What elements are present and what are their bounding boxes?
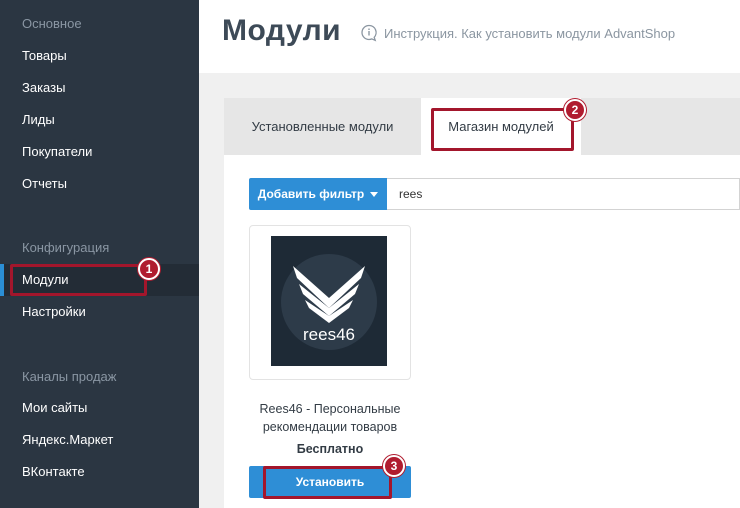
annotation-highlight-modules: [10, 264, 147, 296]
add-filter-label: Добавить фильтр: [257, 187, 365, 201]
annotation-marker-1: 1: [138, 258, 160, 280]
module-name[interactable]: Rees46 - Персональные рекомендации товар…: [240, 400, 420, 436]
sidebar-item-reports[interactable]: Отчеты: [0, 168, 199, 200]
sidebar-item-leads[interactable]: Лиды: [0, 104, 199, 136]
module-price: Бесплатно: [296, 442, 364, 456]
annotation-marker-3: 3: [383, 455, 405, 477]
tab-installed-modules[interactable]: Установленные модули: [224, 98, 421, 155]
rees46-logo-icon: rees46: [281, 254, 377, 350]
sidebar-section-main: Основное: [22, 16, 82, 31]
sidebar-item-orders[interactable]: Заказы: [0, 72, 199, 104]
sidebar-section-config: Конфигурация: [22, 240, 110, 255]
search-input[interactable]: [387, 178, 740, 210]
annotation-highlight-store-tab: [431, 108, 574, 151]
help-link-text[interactable]: Инструкция. Как установить модули Advant…: [384, 26, 675, 41]
sidebar: Основное Товары Заказы Лиды Покупатели О…: [0, 0, 199, 508]
sidebar-item-vkontakte[interactable]: ВКонтакте: [0, 456, 199, 488]
help-link[interactable]: Инструкция. Как установить модули Advant…: [360, 24, 675, 42]
caret-down-icon: [370, 191, 379, 197]
sidebar-item-yandex-market[interactable]: Яндекс.Маркет: [0, 424, 199, 456]
sidebar-item-my-sites[interactable]: Мои сайты: [0, 392, 199, 424]
add-filter-button[interactable]: Добавить фильтр: [249, 178, 387, 210]
annotation-marker-2: 2: [564, 99, 586, 121]
annotation-highlight-install: [263, 466, 392, 499]
sidebar-item-settings[interactable]: Настройки: [0, 296, 199, 328]
sidebar-section-sales-channels: Каналы продаж: [22, 369, 117, 384]
page-title: Модули: [222, 14, 342, 47]
sidebar-item-customers[interactable]: Покупатели: [0, 136, 199, 168]
logo-wordmark: rees46: [303, 325, 355, 344]
sidebar-item-products[interactable]: Товары: [0, 40, 199, 72]
module-logo[interactable]: rees46: [271, 236, 387, 366]
help-bubble-icon: [361, 24, 377, 42]
